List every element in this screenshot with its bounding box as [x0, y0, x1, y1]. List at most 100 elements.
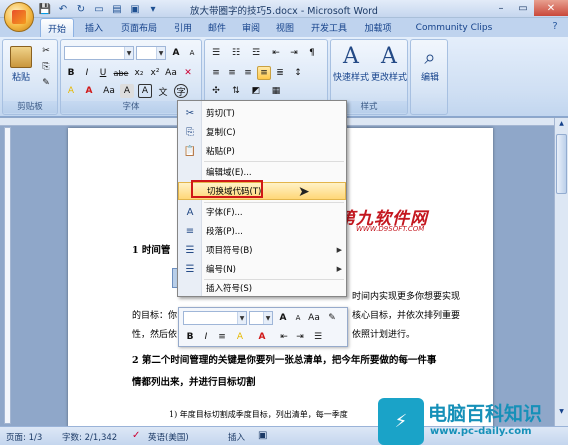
font-icon: A: [186, 206, 194, 218]
watermark-pc-daily-title: 电脑百科知识: [428, 403, 543, 425]
align-right-icon[interactable]: ≡: [241, 66, 255, 80]
align-left-icon[interactable]: ≡: [209, 66, 223, 80]
bullets-icon: ☰: [185, 244, 195, 256]
change-case-button[interactable]: Aa: [164, 66, 178, 80]
scissors-icon: ✂: [185, 107, 195, 119]
mini-center-icon[interactable]: ≡: [215, 330, 229, 344]
tab-mailings[interactable]: 邮件: [202, 18, 232, 37]
word-count[interactable]: 字数: 2/1,342: [62, 431, 117, 443]
macro-record-icon[interactable]: ▣: [258, 430, 267, 441]
enclose-char-icon[interactable]: 字: [174, 84, 188, 98]
mini-size-combo[interactable]: ▼: [249, 311, 273, 325]
aa-style-icon[interactable]: Aa: [102, 84, 116, 98]
phonetic-guide-icon[interactable]: 文: [156, 84, 170, 98]
menu-item-insert-symbol[interactable]: 插入符号(S): [178, 279, 346, 297]
help-icon[interactable]: ?: [548, 21, 562, 35]
ribbon-tabs: 开始 插入 页面布局 引用 邮件 审阅 视图 开发工具 加载项 Communit…: [0, 18, 568, 37]
tab-insert[interactable]: 插入: [78, 18, 110, 37]
window-controls: – ▭ ✕: [490, 0, 568, 16]
close-icon[interactable]: ✕: [534, 0, 568, 16]
tab-view[interactable]: 视图: [270, 18, 300, 37]
mini-italic-button[interactable]: I: [199, 330, 213, 344]
subscript-button[interactable]: x₂: [132, 66, 146, 80]
chinese-layout-icon[interactable]: ✣: [209, 84, 223, 98]
shading-icon[interactable]: ◩: [249, 84, 263, 98]
shrink-font-icon[interactable]: A: [185, 46, 199, 60]
cut-icon[interactable]: ✂: [39, 44, 53, 58]
mini-decrease-indent-icon[interactable]: ⇤: [277, 330, 291, 344]
watermark-pc-daily-url: www.pc-daily.com: [430, 426, 532, 437]
underline-button[interactable]: U: [96, 66, 110, 80]
strikethrough-button[interactable]: abe: [114, 66, 129, 80]
char-shading-icon[interactable]: A: [120, 84, 134, 98]
font-color-icon[interactable]: A: [82, 84, 96, 98]
scroll-thumb[interactable]: [556, 134, 567, 194]
change-styles-button[interactable]: A 更改样式: [371, 44, 407, 83]
quick-styles-button[interactable]: A 快速样式: [333, 44, 369, 83]
align-center-icon[interactable]: ≡: [225, 66, 239, 80]
mini-format-painter-icon[interactable]: ✎: [325, 311, 339, 325]
menu-item-paragraph[interactable]: ≡ 段落(P)...: [178, 222, 346, 240]
menu-item-paste[interactable]: 📋 粘贴(P): [178, 142, 346, 160]
editing-button[interactable]: ⌕ 编辑: [413, 44, 447, 83]
font-name-combo[interactable]: ▼: [64, 46, 134, 60]
mini-bold-button[interactable]: B: [183, 330, 197, 344]
tab-page-layout[interactable]: 页面布局: [114, 18, 164, 37]
chevron-down-icon: ▼: [263, 312, 272, 324]
proofing-icon[interactable]: ✓: [132, 430, 140, 441]
mini-highlight-icon[interactable]: A: [233, 330, 247, 344]
mini-font-combo[interactable]: ▼: [183, 311, 247, 325]
vertical-ruler[interactable]: [4, 127, 11, 424]
tab-references[interactable]: 引用: [168, 18, 198, 37]
justify-icon[interactable]: ≡: [257, 66, 271, 80]
clear-format-icon[interactable]: ✕: [181, 66, 195, 80]
tab-community-clips[interactable]: Community Clips: [404, 18, 504, 37]
menu-item-font[interactable]: A 字体(F)...: [178, 203, 346, 221]
grow-font-icon[interactable]: A: [169, 46, 183, 60]
font-size-combo[interactable]: ▼: [136, 46, 166, 60]
maximize-icon[interactable]: ▭: [512, 0, 534, 16]
italic-button[interactable]: I: [80, 66, 94, 80]
page-count[interactable]: 页面: 1/3: [6, 431, 42, 443]
tab-review[interactable]: 审阅: [236, 18, 266, 37]
line-spacing-icon[interactable]: ↕: [291, 66, 305, 80]
bold-button[interactable]: B: [64, 66, 78, 80]
mini-grow-font-icon[interactable]: A: [276, 311, 290, 325]
mini-font-color-icon[interactable]: A: [255, 330, 269, 344]
menu-item-numbering[interactable]: ☰ 编号(N) ▶: [178, 260, 346, 278]
increase-indent-icon[interactable]: ⇥: [287, 46, 301, 60]
tab-home[interactable]: 开始: [40, 18, 74, 37]
bullets-icon[interactable]: ☰: [209, 46, 223, 60]
insert-mode[interactable]: 插入: [228, 431, 245, 443]
tab-addins[interactable]: 加载项: [358, 18, 398, 37]
tab-developer[interactable]: 开发工具: [304, 18, 354, 37]
menu-item-edit-field[interactable]: 编辑域(E)...: [178, 163, 346, 181]
mini-increase-indent-icon[interactable]: ⇥: [293, 330, 307, 344]
borders-icon[interactable]: ▦: [269, 84, 283, 98]
copy-icon[interactable]: ⎘: [39, 60, 53, 74]
mini-style-icon[interactable]: Aa: [307, 311, 321, 325]
multilevel-list-icon[interactable]: ☲: [249, 46, 263, 60]
language-status[interactable]: 英语(美国): [148, 431, 189, 443]
office-button[interactable]: [4, 2, 34, 32]
mini-shrink-font-icon[interactable]: A: [291, 311, 305, 325]
superscript-button[interactable]: x²: [148, 66, 162, 80]
menu-item-cut[interactable]: ✂ 剪切(T): [178, 104, 346, 122]
menu-item-bullets[interactable]: ☰ 项目符号(B) ▶: [178, 241, 346, 259]
sort-icon[interactable]: ⇅: [229, 84, 243, 98]
format-painter-icon[interactable]: ✎: [39, 76, 53, 90]
title-bar: 💾 ↶ ↻ ▭ ▤ ▣ ▾ 放大带圈字的技巧5.docx - Microsoft…: [0, 0, 568, 18]
distribute-icon[interactable]: ≣: [273, 66, 287, 80]
vertical-scrollbar[interactable]: ▲ ▼: [554, 118, 568, 426]
minimize-icon[interactable]: –: [490, 0, 512, 16]
mini-bullets-icon[interactable]: ☰: [311, 330, 325, 344]
show-marks-icon[interactable]: ¶: [305, 46, 319, 60]
scroll-up-icon[interactable]: ▲: [556, 120, 567, 130]
paste-button[interactable]: 粘贴: [7, 44, 35, 88]
char-border-icon[interactable]: A: [138, 84, 152, 98]
decrease-indent-icon[interactable]: ⇤: [269, 46, 283, 60]
numbering-icon[interactable]: ☷: [229, 46, 243, 60]
highlight-icon[interactable]: A: [64, 84, 78, 98]
menu-item-copy[interactable]: ⎘ 复制(C): [178, 123, 346, 141]
numbering-icon: ☰: [185, 263, 195, 275]
